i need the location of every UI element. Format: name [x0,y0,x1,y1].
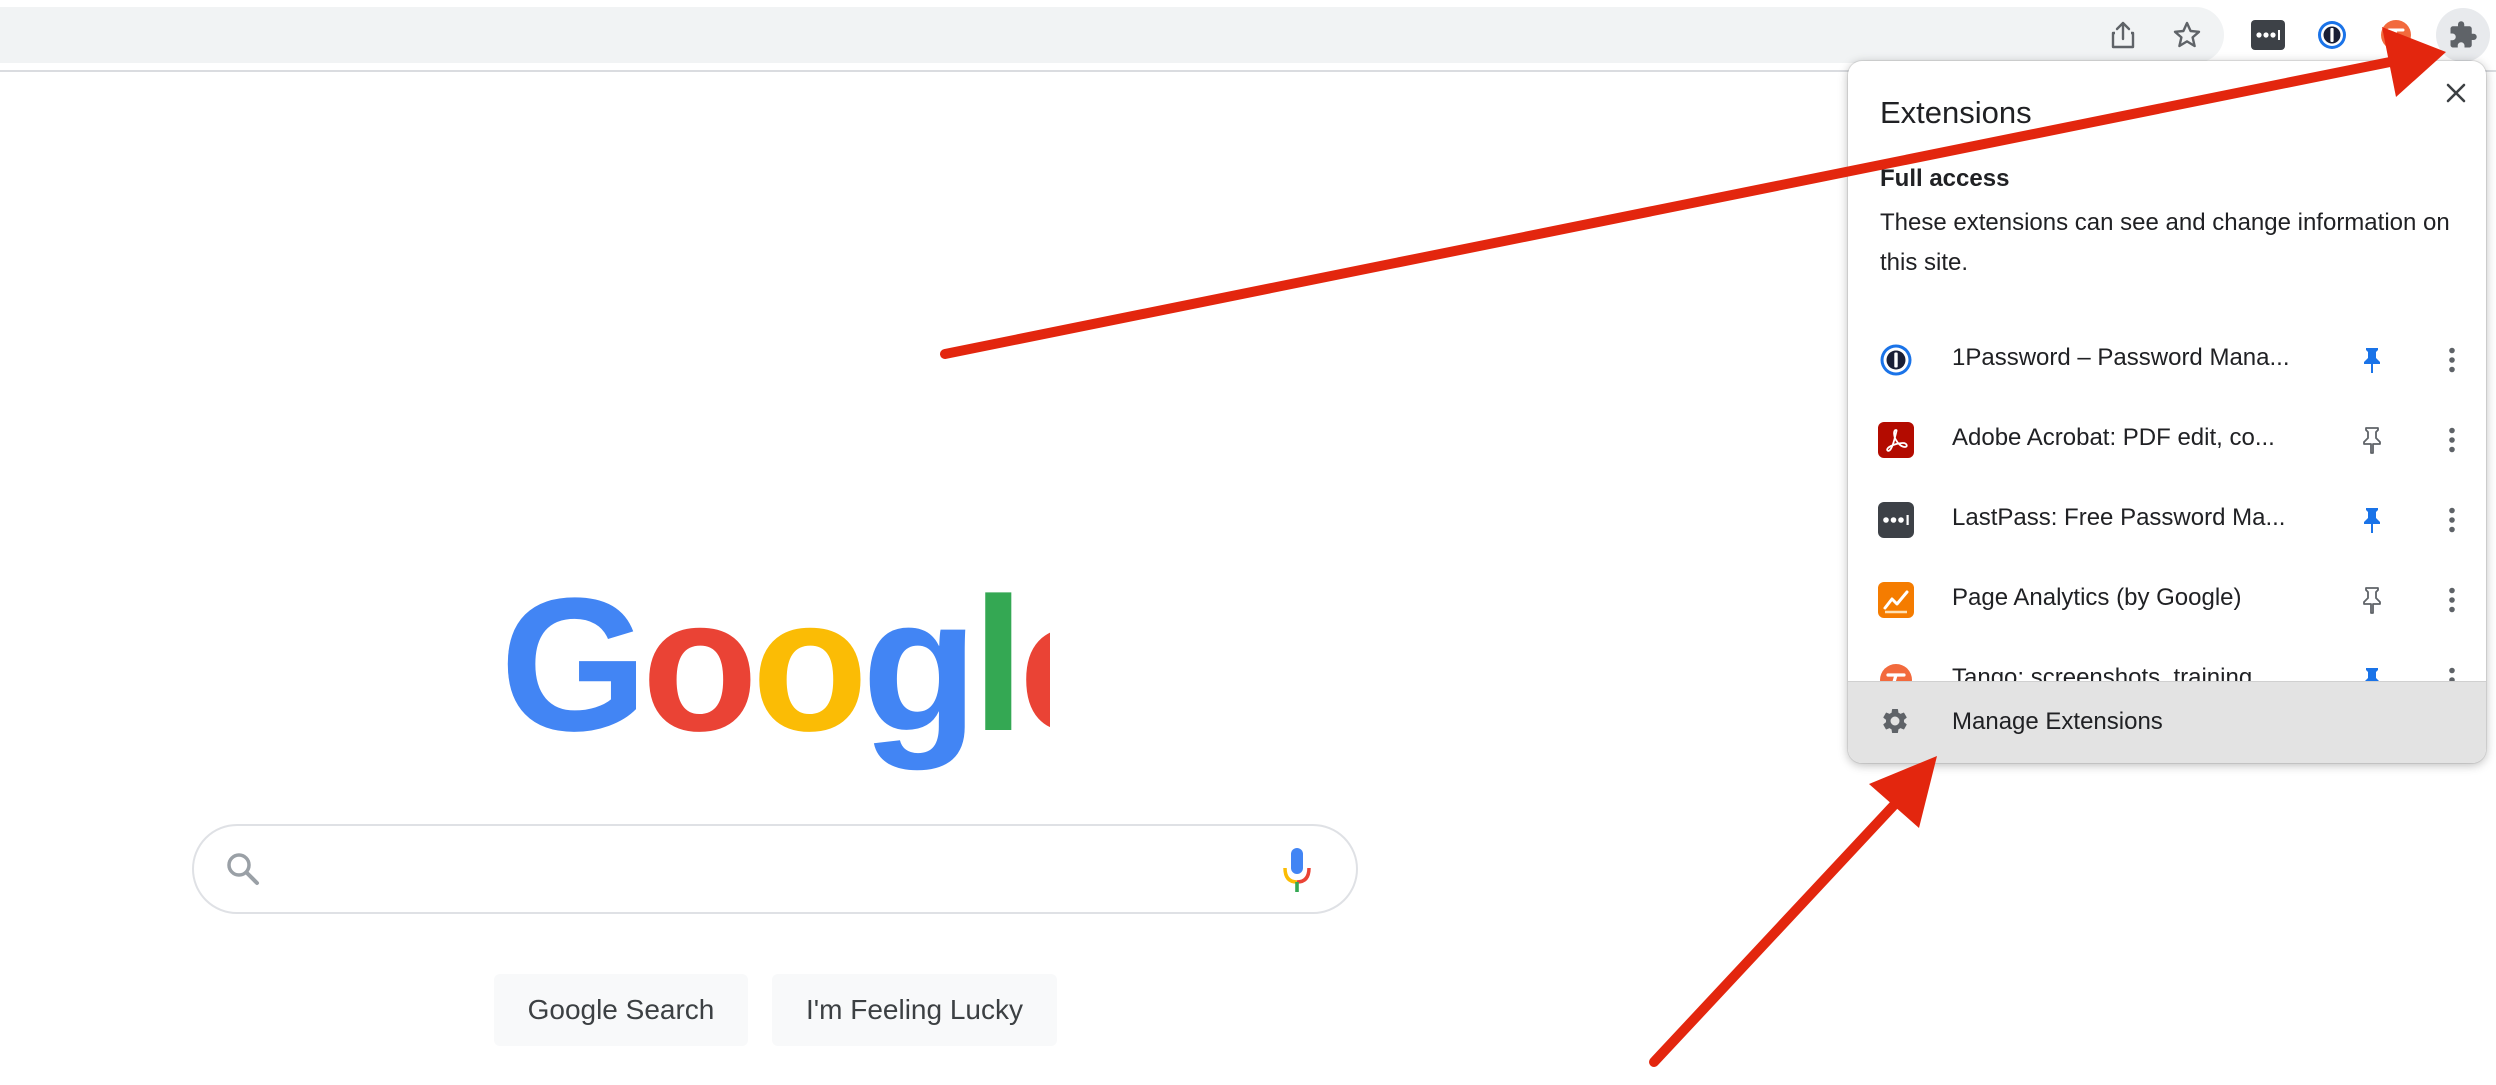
extension-name: Adobe Acrobat: PDF edit, co... [1952,424,2275,451]
pin-icon[interactable] [2354,582,2390,618]
more-options-icon[interactable] [2434,342,2470,378]
tango-icon[interactable] [2375,14,2417,56]
section-title: Full access [1880,165,2010,192]
extension-name: Page Analytics (by Google) [1952,584,2242,611]
search-box [192,824,1358,914]
google-logo: Google [500,585,1050,771]
pin-icon[interactable] [2354,422,2390,458]
bookmark-star-icon[interactable] [2166,14,2208,56]
lastpass-icon [1878,502,1914,538]
extension-row-page-analytics[interactable]: Page Analytics (by Google) [1848,560,2486,640]
manage-extensions-button[interactable]: Manage Extensions [1848,681,2486,763]
extensions-puzzle-icon[interactable] [2436,8,2490,62]
extension-name: 1Password – Password Mana... [1952,344,2290,371]
extension-row-adobe-acrobat[interactable]: Adobe Acrobat: PDF edit, co... [1848,400,2486,480]
address-bar[interactable] [0,7,2224,63]
extension-row-lastpass[interactable]: LastPass: Free Password Ma... [1848,480,2486,560]
microphone-icon[interactable] [1282,846,1312,899]
adobe-acrobat-icon [1878,422,1914,458]
more-options-icon[interactable] [2434,582,2470,618]
1password-icon[interactable] [2311,14,2353,56]
search-icon [224,850,262,893]
search-input[interactable] [274,844,1278,898]
extensions-popup: Extensions Full access These extensions … [1848,61,2486,763]
page-analytics-icon [1878,582,1914,618]
section-description: These extensions can see and change info… [1880,209,2450,276]
more-options-icon[interactable] [2434,422,2470,458]
arrowhead-icon [1869,756,1937,828]
gear-icon [1880,706,1910,741]
pin-icon[interactable] [2354,502,2390,538]
lastpass-icon[interactable] [2247,14,2289,56]
1password-icon [1878,342,1914,378]
popup-title: Extensions [1880,95,2032,130]
pin-icon[interactable] [2354,342,2390,378]
extension-row-1password[interactable]: 1Password – Password Mana... [1848,320,2486,400]
manage-extensions-label: Manage Extensions [1952,708,2163,735]
svg-text:Google: Google [500,585,1050,771]
extension-name: LastPass: Free Password Ma... [1952,504,2286,531]
arrow-to-manage-extensions [1649,799,1900,1067]
share-icon[interactable] [2102,14,2144,56]
feeling-lucky-button[interactable]: I'm Feeling Lucky [772,974,1057,1046]
more-options-icon[interactable] [2434,502,2470,538]
google-search-button[interactable]: Google Search [494,974,748,1046]
close-icon[interactable] [2436,73,2476,113]
